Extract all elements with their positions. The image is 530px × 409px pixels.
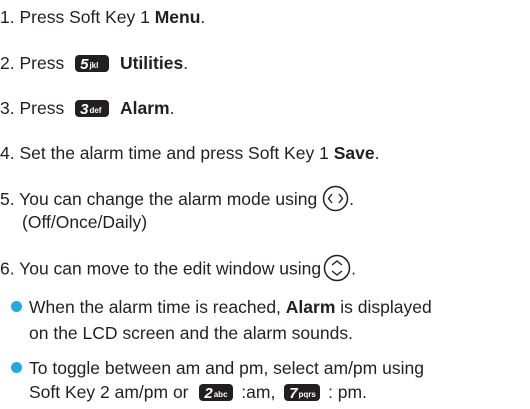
- number-5-key-icon: 5jkl: [75, 54, 110, 73]
- number-2-key-icon: 2abc: [199, 383, 234, 402]
- step-number: 3.: [0, 98, 15, 118]
- step-number: 4.: [0, 143, 15, 163]
- step-text: Set the alarm time and press Soft Key 1: [19, 143, 329, 163]
- step-number: 5.: [0, 189, 15, 210]
- note-2-line-2: Soft Key 2 am/pm or 2abc :am, 7pqrs : pm…: [29, 382, 367, 402]
- step-end: .: [349, 189, 354, 210]
- step-bold-term: Alarm: [119, 98, 170, 118]
- note-1-line-2: on the LCD screen and the alarm sounds.: [29, 323, 353, 343]
- note-2-line-1: To toggle between am and pm, select am/p…: [29, 358, 424, 378]
- alarm-mode-options: (Off/Once/Daily): [22, 212, 148, 232]
- number-7-key-icon: 7pqrs: [284, 383, 321, 402]
- step-2: 2. Press 5jkl Utilities.: [0, 52, 188, 74]
- step-text: Press: [19, 53, 65, 73]
- step-text: Press: [19, 98, 65, 118]
- step-bold-term: Utilities: [119, 53, 184, 73]
- step-number: 2.: [0, 53, 15, 73]
- step-end: .: [374, 143, 380, 163]
- step-text: Press Soft Key 1: [19, 7, 150, 27]
- step-end: .: [351, 258, 356, 279]
- bullet-icon: [11, 362, 22, 373]
- step-6: 6. You can move to the edit window using…: [0, 254, 356, 282]
- step-text: You can change the alarm mode using: [19, 189, 318, 210]
- left-right-nav-key-icon: [322, 185, 349, 212]
- step-text: You can move to the edit window using: [19, 258, 322, 279]
- step-number: 6.: [0, 258, 15, 279]
- bullet-icon: [11, 301, 22, 312]
- step-bold-term: Menu: [154, 7, 201, 27]
- step-5-continuation: (Off/Once/Daily): [22, 211, 147, 233]
- step-end: .: [200, 7, 206, 27]
- step-end: .: [183, 53, 189, 73]
- number-3-key-icon: 3def: [75, 99, 110, 118]
- note-1-line-1: When the alarm time is reached, Alarm is…: [29, 297, 432, 317]
- note-bold-term: Alarm: [285, 297, 336, 317]
- step-bold-term: Save: [333, 143, 375, 163]
- step-number: 1.: [0, 7, 15, 27]
- step-3: 3. Press 3def Alarm.: [0, 97, 174, 119]
- step-4: 4. Set the alarm time and press Soft Key…: [0, 142, 379, 164]
- up-down-nav-key-icon: [323, 254, 351, 282]
- step-5: 5. You can change the alarm mode using .: [0, 185, 354, 212]
- step-1: 1. Press Soft Key 1 Menu.: [0, 6, 205, 28]
- step-end: .: [169, 98, 175, 118]
